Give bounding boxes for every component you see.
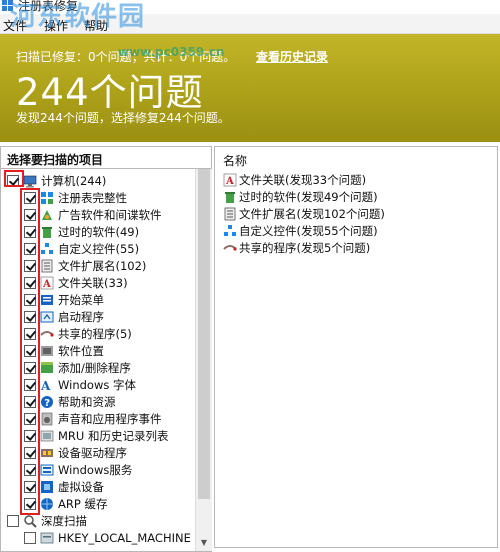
services-icon: [40, 463, 54, 477]
sound-icon: [40, 412, 54, 426]
tree-item-label: 启动程序: [58, 309, 104, 324]
help-icon: ?: [40, 395, 54, 409]
scroll-thumb[interactable]: [198, 169, 210, 499]
results-name-column-header: 名称: [223, 154, 248, 168]
shared-program-icon: [40, 327, 54, 341]
tree-item-item-16[interactable]: Windows服务: [24, 461, 132, 478]
tree-item-item-1[interactable]: 广告软件和间谍软件: [24, 206, 162, 223]
computer-icon: [23, 174, 37, 188]
svg-text:A: A: [42, 279, 51, 290]
history-icon: [40, 429, 54, 443]
scroll-down-arrow-icon[interactable]: ▼: [198, 537, 210, 549]
tree-item-label: 声音和应用程序事件: [58, 411, 162, 426]
result-item-label: 自定义控件(发现55个问题): [239, 223, 378, 238]
tree-item-deep-scan[interactable]: 深度扫描: [7, 512, 87, 529]
tree-item-label: 帮助和资源: [58, 394, 116, 409]
result-item[interactable]: 自定义控件(发现55个问题): [223, 222, 378, 239]
svg-text:A: A: [225, 176, 234, 187]
problem-count-title: 244个问题: [16, 71, 204, 114]
result-item-label: 文件关联(发现33个问题): [239, 172, 367, 187]
driver-icon: [40, 446, 54, 460]
controls-icon: [40, 242, 54, 256]
tree-item-label: 文件关联(33): [58, 275, 128, 290]
tree-item-label: 广告软件和间谍软件: [58, 207, 162, 222]
tree-item-item-11[interactable]: A Windows 字体: [24, 376, 136, 393]
problem-count-subtitle: 发现244个问题，选择修复244个问题。: [16, 111, 230, 125]
result-item[interactable]: 文件扩展名(发现102个问题): [223, 205, 385, 222]
result-item[interactable]: A 文件关联(发现33个问题): [223, 171, 366, 188]
tree-item-label: 注册表完整性: [58, 190, 127, 205]
arp-cache-icon: [40, 497, 54, 511]
result-item[interactable]: 过时的软件(发现49个问题): [223, 188, 378, 205]
file-association-icon: A: [40, 276, 54, 290]
tree-item-label: 计算机(244): [41, 173, 107, 188]
title-bar: 注册表修复: [0, 0, 500, 14]
svg-text:A: A: [40, 379, 51, 392]
app-icon: [2, 0, 13, 11]
tree-item-label: 自定义控件(55): [58, 241, 140, 256]
startup-icon: [40, 310, 54, 324]
file-association-icon: A: [223, 173, 237, 187]
scan-items-tree: 计算机(244) 注册表完整性广告软件和间谍软件 过时的软件(49) 自定义控件(55…: [1, 169, 195, 551]
results-panel: 名称 A 文件关联(发现33个问题) 过时的软件(发现49个问题) 文件扩展名(发现1…: [214, 146, 498, 548]
scan-items-header: 选择要扫描的项目: [1, 147, 211, 169]
tree-item-label: 开始菜单: [58, 292, 104, 307]
registry-icon: [40, 191, 54, 205]
scan-items-panel: 选择要扫描的项目 计算机(244) 注册表完整性广告软件和间谍软件 过时的软件(49…: [0, 146, 212, 552]
tree-item-deep-scan-item-0[interactable]: HKEY_LOCAL_MACHINE: [24, 529, 191, 546]
results-banner: 扫描已修复：0个问题；共计：0个问题。 查看历史记录 244个问题 发现244个…: [0, 34, 500, 142]
highlight-item-checkboxes: [20, 188, 40, 515]
fonts-icon: A: [40, 378, 54, 392]
controls-icon: [223, 224, 237, 238]
virtual-device-icon: [40, 480, 54, 494]
spyware-icon: [40, 208, 54, 222]
menu-action[interactable]: 操作: [44, 17, 68, 34]
tree-item-item-3[interactable]: 自定义控件(55): [24, 240, 139, 257]
add-remove-icon: [40, 361, 54, 375]
result-item[interactable]: 共享的程序(发现5个问题): [223, 239, 370, 256]
tree-item-label: 过时的软件(49): [58, 224, 140, 239]
tree-item-item-14[interactable]: MRU 和历史记录列表: [24, 427, 169, 444]
svg-text:?: ?: [44, 398, 50, 409]
registry-hive-icon: [40, 531, 54, 545]
trash-icon: [223, 190, 237, 204]
shared-program-icon: [223, 241, 237, 255]
tree-item-label: Windows服务: [58, 462, 133, 477]
tree-item-label: 共享的程序(5): [58, 326, 132, 341]
tree-item-item-10[interactable]: 添加/删除程序: [24, 359, 131, 376]
tree-item-label: ARP 缓存: [58, 496, 108, 511]
tree-item-label: MRU 和历史记录列表: [58, 428, 169, 443]
result-item-label: 共享的程序(发现5个问题): [239, 240, 371, 255]
tree-item-item-2[interactable]: 过时的软件(49): [24, 223, 139, 240]
menu-bar: 文件 操作 帮助: [0, 14, 500, 34]
trash-icon: [40, 225, 54, 239]
file-extension-icon: [223, 207, 237, 221]
result-item-label: 过时的软件(发现49个问题): [239, 189, 378, 204]
tree-item-label: 文件扩展名(102): [58, 258, 147, 273]
tree-item-item-13[interactable]: 声音和应用程序事件: [24, 410, 162, 427]
software-location-icon: [40, 344, 54, 358]
tree-item-label: Windows 字体: [58, 377, 136, 392]
window-title: 注册表修复: [18, 0, 79, 13]
tree-item-item-4[interactable]: 文件扩展名(102): [24, 257, 146, 274]
view-history-link[interactable]: 查看历史记录: [256, 48, 328, 65]
menu-help[interactable]: 帮助: [84, 17, 108, 34]
menu-file[interactable]: 文件: [3, 17, 27, 34]
tree-item-label: HKEY_LOCAL_MACHINE: [58, 530, 191, 545]
tree-item-item-8[interactable]: 共享的程序(5): [24, 325, 132, 342]
tree-item-label: 深度扫描: [41, 513, 87, 528]
deep-scan-icon: [23, 514, 37, 528]
result-item-label: 文件扩展名(发现102个问题): [239, 206, 385, 221]
highlight-root-checkbox: [4, 170, 24, 187]
checkbox-deep-scan[interactable]: [7, 514, 19, 527]
tree-item-label: 软件位置: [58, 343, 104, 358]
file-extension-icon: [40, 259, 54, 273]
checkbox-deep-scan-item-0[interactable]: [24, 531, 36, 544]
scan-items-scrollbar[interactable]: ▼: [195, 169, 212, 551]
tree-item-label: 设备驱动程序: [58, 445, 127, 460]
start-menu-icon: [40, 293, 54, 307]
tree-item-label: 虚拟设备: [58, 479, 104, 494]
tree-item-label: 添加/删除程序: [58, 360, 131, 375]
